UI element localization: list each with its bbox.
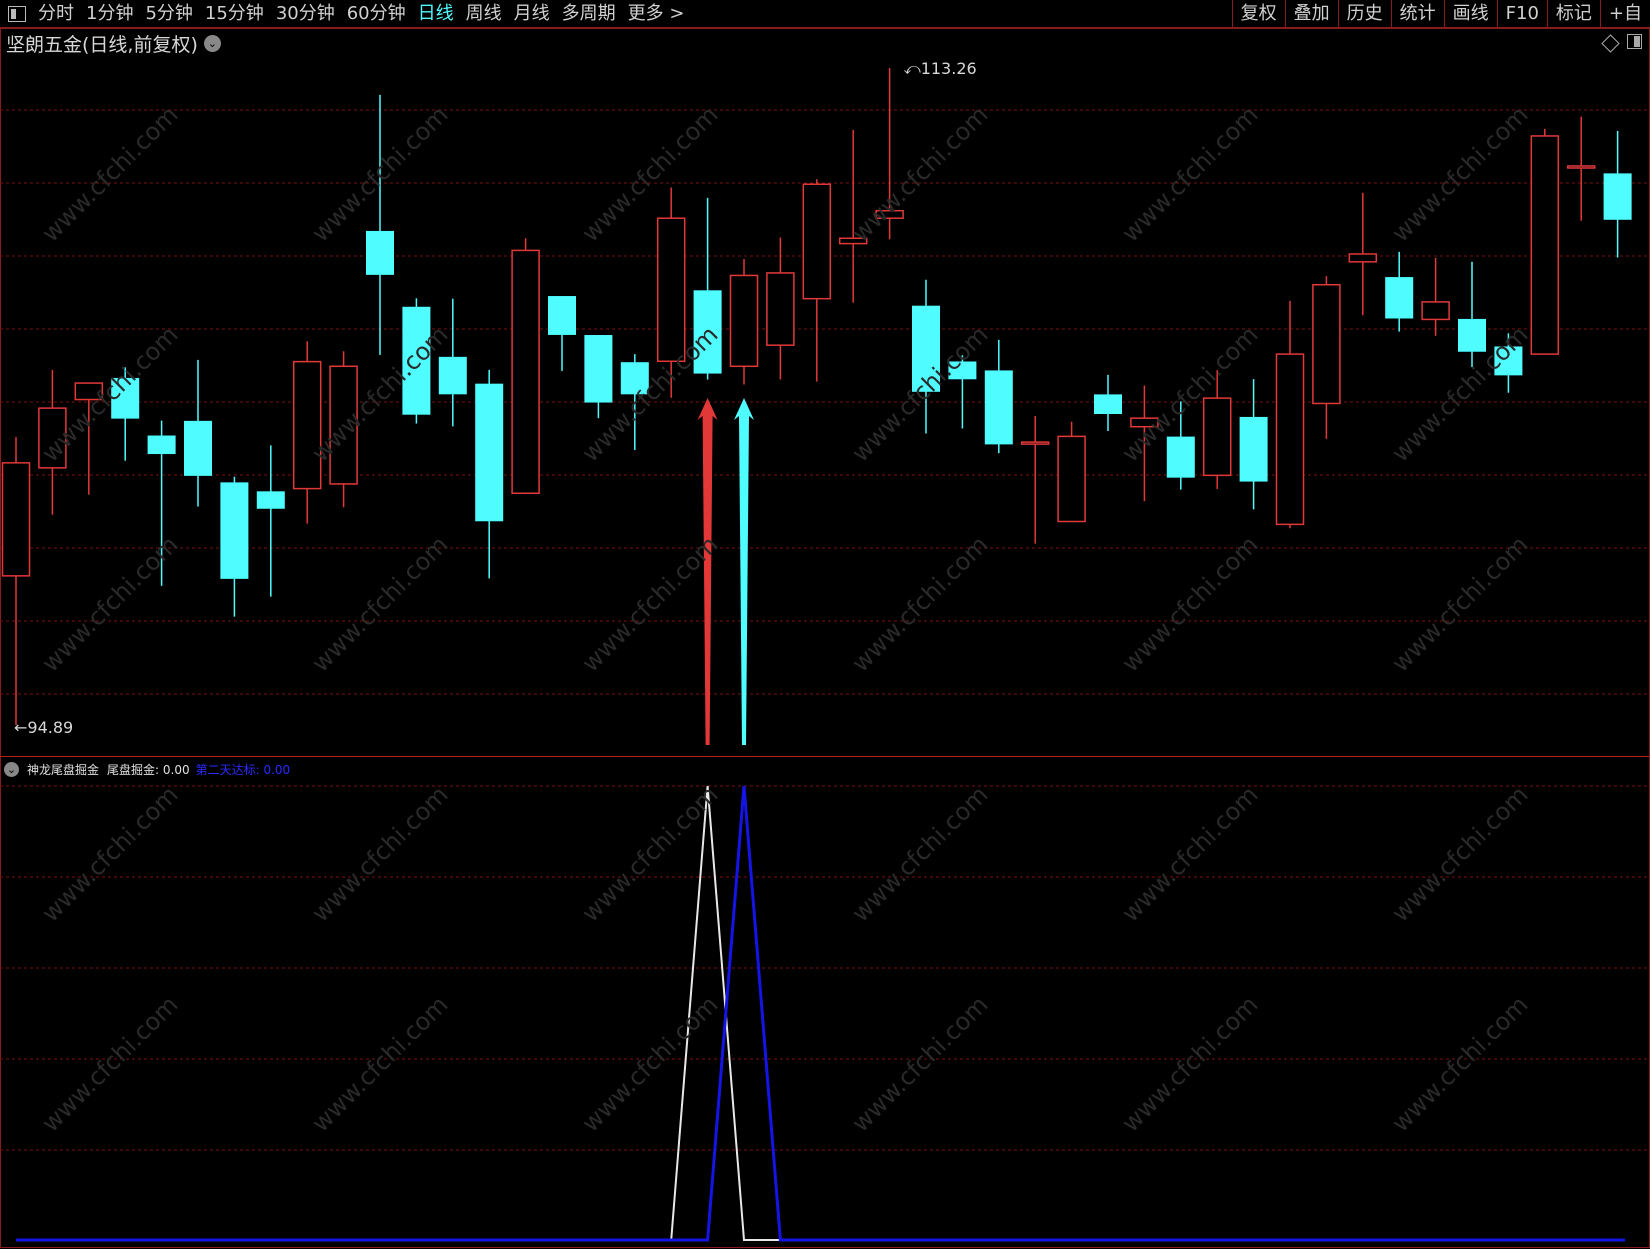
series2-line	[16, 785, 1625, 1242]
indicator-series2-value: 第二天达标: 0.00	[195, 762, 291, 777]
chevron-down-icon[interactable]: ⌄	[4, 761, 19, 777]
candle-body	[1603, 173, 1632, 220]
low-price-label: ←94.89	[14, 718, 73, 737]
candle-body	[802, 183, 832, 300]
candle-body	[438, 356, 467, 395]
candle-body	[1275, 353, 1305, 526]
candle-body	[147, 435, 176, 455]
candle-body	[1458, 318, 1486, 352]
candle-body	[1020, 441, 1050, 445]
candle-body	[766, 272, 795, 346]
candle-body	[729, 274, 759, 368]
candle-body	[1566, 165, 1596, 169]
candle-body	[1, 462, 31, 577]
candle-body	[584, 335, 613, 403]
candle-body	[1530, 135, 1560, 355]
candle-body	[1239, 416, 1268, 482]
candle-body	[256, 491, 285, 509]
candle-body	[1312, 283, 1341, 405]
candle-body	[656, 217, 686, 363]
candle-body	[220, 482, 249, 579]
candle-body	[292, 360, 322, 490]
signal-arrow	[734, 398, 754, 745]
candlestick-chart: ⤺113.26 ←94.89	[0, 28, 1650, 1248]
indicator-name: 神龙尾盘掘金	[27, 762, 100, 777]
candle-body	[1348, 253, 1378, 263]
candle-body	[1094, 394, 1122, 414]
candle-body	[184, 420, 212, 476]
candle-body	[1421, 301, 1450, 321]
candle-body	[511, 249, 540, 494]
series1-line	[16, 785, 1625, 1241]
indicator-header: ⌄ 神龙尾盘掘金 尾盘掘金: 0.00 第二天达标: 0.00	[4, 759, 290, 779]
high-price-label: ⤺113.26	[904, 59, 977, 78]
candle-body	[1385, 277, 1414, 319]
candle-body	[366, 230, 394, 275]
panel-divider[interactable]	[0, 756, 1650, 757]
candle-body	[475, 383, 504, 522]
candle-body	[984, 370, 1013, 445]
candle-body	[548, 296, 576, 335]
indicator-series1-value: 尾盘掘金: 0.00	[107, 762, 190, 777]
candle-body	[1166, 436, 1195, 478]
candle-body	[1057, 435, 1086, 523]
candle-body	[1202, 397, 1232, 477]
